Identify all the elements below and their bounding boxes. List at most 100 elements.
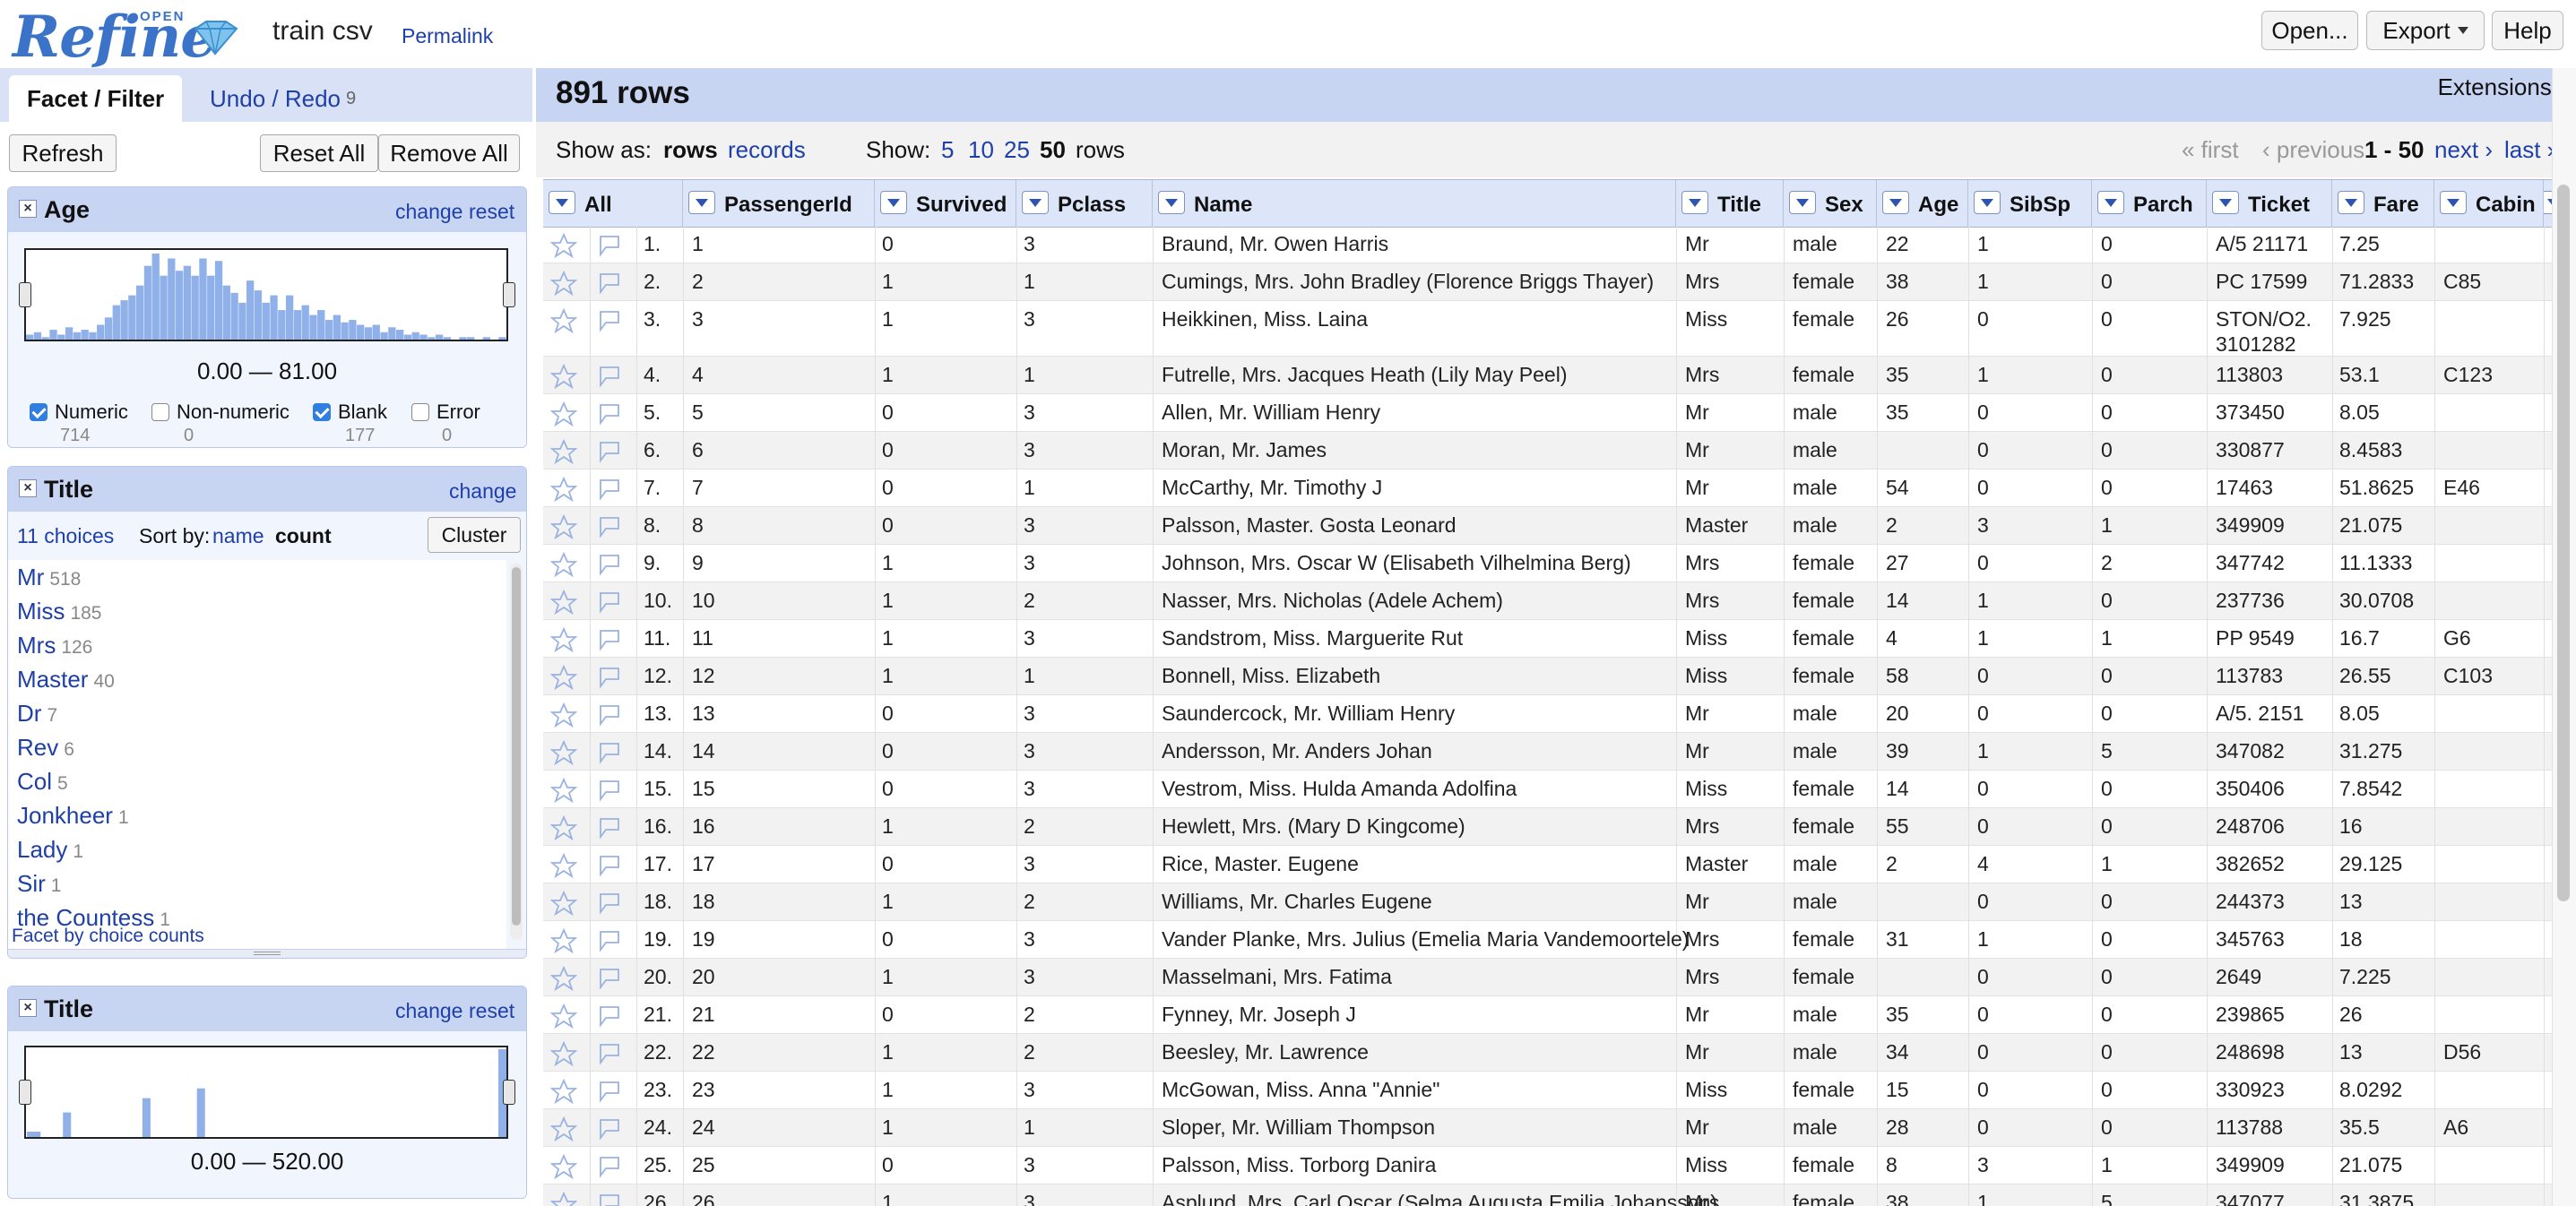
cell-survived[interactable]: 0 xyxy=(882,701,894,726)
cell-sibsp[interactable]: 1 xyxy=(1977,625,1989,650)
cell-name[interactable]: Sloper, Mr. William Thompson xyxy=(1162,1115,1435,1140)
cell-survived[interactable]: 1 xyxy=(882,964,894,989)
cell-survived[interactable]: 0 xyxy=(882,1002,894,1027)
cell-ticket[interactable]: 382652 xyxy=(2216,851,2285,876)
column-menu-dropdown-icon[interactable] xyxy=(2097,191,2124,214)
flag-icon[interactable] xyxy=(595,552,622,577)
cell-pclass[interactable]: 3 xyxy=(1024,1152,1035,1177)
cell-sex[interactable]: female xyxy=(1793,964,1854,989)
cell-pclass[interactable]: 2 xyxy=(1024,889,1035,914)
cell-age[interactable]: 14 xyxy=(1886,776,1909,801)
cell-ticket[interactable]: 373450 xyxy=(2216,400,2285,425)
flag-icon[interactable] xyxy=(595,740,622,765)
cell-age[interactable]: 35 xyxy=(1886,362,1909,387)
cell-age[interactable]: 38 xyxy=(1886,269,1909,294)
cell-pclass[interactable]: 3 xyxy=(1024,701,1035,726)
flag-icon[interactable] xyxy=(595,233,622,258)
cell-cabin[interactable]: C123 xyxy=(2443,362,2493,387)
cell-pclass[interactable]: 3 xyxy=(1024,1077,1035,1102)
cell-fare[interactable]: 11.1333 xyxy=(2339,550,2412,575)
cell-ticket[interactable]: A/5 21171 xyxy=(2216,231,2308,256)
column-menu-dropdown-icon[interactable] xyxy=(1789,191,1816,214)
cell-sex[interactable]: male xyxy=(1793,475,1837,500)
cell-sex[interactable]: female xyxy=(1793,269,1854,294)
cell-ticket[interactable]: 248706 xyxy=(2216,814,2285,839)
cell-passengerid[interactable]: 19 xyxy=(692,926,715,952)
title-choice-item[interactable]: Rev 6 xyxy=(17,734,74,762)
cell-sibsp[interactable]: 1 xyxy=(1977,926,1989,952)
cell-fare[interactable]: 7.25 xyxy=(2339,231,2380,256)
close-icon[interactable]: × xyxy=(19,999,37,1017)
cell-age[interactable]: 55 xyxy=(1886,814,1909,839)
title-choice-name[interactable]: Master xyxy=(17,666,88,693)
cell-passengerid[interactable]: 17 xyxy=(692,851,715,876)
flag-icon[interactable] xyxy=(595,966,622,991)
cell-passengerid[interactable]: 13 xyxy=(692,701,715,726)
cell-age[interactable]: 39 xyxy=(1886,738,1909,763)
cell-survived[interactable]: 1 xyxy=(882,1190,894,1206)
blank-checkbox[interactable]: Blank xyxy=(313,401,387,424)
cell-fare[interactable]: 13 xyxy=(2339,1039,2363,1064)
cell-name[interactable]: Asplund, Mrs. Carl Oscar (Selma Augusta … xyxy=(1162,1190,1717,1206)
show-as-records-link[interactable]: records xyxy=(728,136,806,164)
cell-fare[interactable]: 53.1 xyxy=(2339,362,2380,387)
column-header-ticket[interactable]: Ticket xyxy=(2207,180,2332,227)
age-range-right-handle[interactable] xyxy=(503,282,515,307)
cell-title[interactable]: Mrs xyxy=(1685,814,1719,839)
tab-facet-filter[interactable]: Facet / Filter xyxy=(9,75,183,122)
cell-passengerid[interactable]: 1 xyxy=(692,231,704,256)
title-choice-item[interactable]: Master 40 xyxy=(17,666,115,693)
cell-parch[interactable]: 0 xyxy=(2101,964,2113,989)
cluster-button[interactable]: Cluster xyxy=(428,517,521,553)
cell-cabin[interactable]: A6 xyxy=(2443,1115,2468,1140)
column-menu-dropdown-icon[interactable] xyxy=(1681,191,1708,214)
cell-fare[interactable]: 31.275 xyxy=(2339,738,2402,763)
cell-title[interactable]: Master xyxy=(1685,851,1748,876)
cell-parch[interactable]: 0 xyxy=(2101,306,2113,332)
cell-pclass[interactable]: 3 xyxy=(1024,964,1035,989)
page-size-50-active[interactable]: 50 xyxy=(1040,136,1066,164)
cell-fare[interactable]: 21.075 xyxy=(2339,513,2402,538)
column-menu-dropdown-icon[interactable] xyxy=(1158,191,1185,214)
cell-survived[interactable]: 1 xyxy=(882,663,894,688)
cell-survived[interactable]: 0 xyxy=(882,475,894,500)
cell-sex[interactable]: female xyxy=(1793,588,1854,613)
title-choice-item[interactable]: Mr 518 xyxy=(17,564,81,591)
cell-title[interactable]: Mrs xyxy=(1685,964,1719,989)
cell-name[interactable]: Vestrom, Miss. Hulda Amanda Adolfina xyxy=(1162,776,1517,801)
cell-pclass[interactable]: 2 xyxy=(1024,588,1035,613)
cell-name[interactable]: McCarthy, Mr. Timothy J xyxy=(1162,475,1382,500)
flag-icon[interactable] xyxy=(595,1079,622,1104)
cell-parch[interactable]: 1 xyxy=(2101,851,2113,876)
star-icon[interactable] xyxy=(550,1154,577,1179)
cell-ticket[interactable]: 113783 xyxy=(2216,663,2283,688)
cell-fare[interactable]: 8.0292 xyxy=(2339,1077,2402,1102)
cell-parch[interactable]: 0 xyxy=(2101,926,2113,952)
cell-sex[interactable]: female xyxy=(1793,306,1854,332)
page-size-5[interactable]: 5 xyxy=(941,136,954,164)
cell-age[interactable]: 54 xyxy=(1886,475,1909,500)
facet-by-choice-counts-link[interactable]: Facet by choice counts xyxy=(12,926,204,947)
cell-name[interactable]: Braund, Mr. Owen Harris xyxy=(1162,231,1388,256)
cell-ticket[interactable]: 248698 xyxy=(2216,1039,2285,1064)
cell-parch[interactable]: 1 xyxy=(2101,625,2113,650)
cell-sibsp[interactable]: 1 xyxy=(1977,269,1989,294)
cell-sex[interactable]: female xyxy=(1793,625,1854,650)
title-choice-name[interactable]: Col xyxy=(17,768,52,795)
cell-age[interactable]: 2 xyxy=(1886,513,1897,538)
title-facet-change-link[interactable]: change xyxy=(449,479,516,504)
choices-scrollbar[interactable] xyxy=(510,564,523,940)
choices-scrollbar-thumb[interactable] xyxy=(512,567,521,926)
vertical-scrollbar[interactable] xyxy=(2552,68,2576,1206)
cell-passengerid[interactable]: 2 xyxy=(692,269,704,294)
cell-pclass[interactable]: 3 xyxy=(1024,306,1035,332)
cell-passengerid[interactable]: 16 xyxy=(692,814,715,839)
cell-cabin[interactable]: E46 xyxy=(2443,475,2480,500)
age-facet-change-link[interactable]: change xyxy=(395,200,462,224)
star-icon[interactable] xyxy=(550,1192,577,1206)
cell-cabin[interactable]: D56 xyxy=(2443,1039,2481,1064)
cell-survived[interactable]: 0 xyxy=(882,513,894,538)
cell-sibsp[interactable]: 0 xyxy=(1977,437,1989,462)
cell-survived[interactable]: 0 xyxy=(882,231,894,256)
cell-parch[interactable]: 0 xyxy=(2101,588,2113,613)
